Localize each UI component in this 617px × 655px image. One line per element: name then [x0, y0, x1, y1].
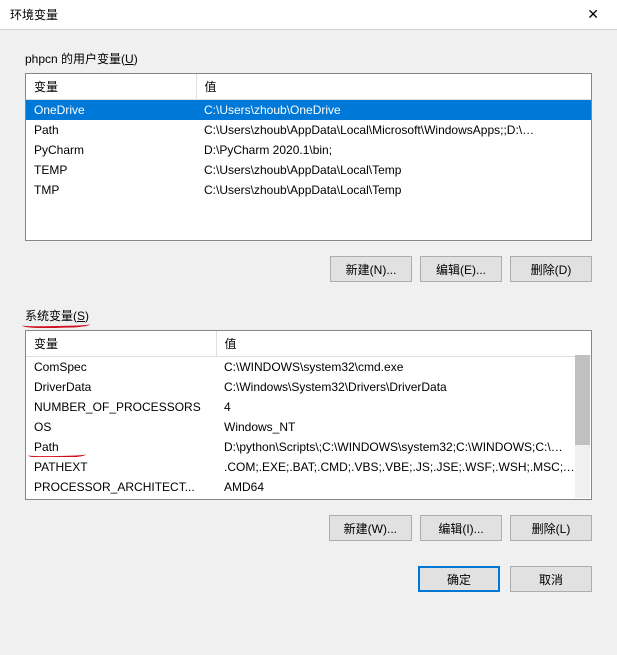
user-delete-button[interactable]: 删除(D): [510, 256, 592, 282]
variable-value: Windows_NT: [216, 417, 591, 437]
variable-value: C:\Users\zhoub\AppData\Local\Temp: [196, 160, 591, 180]
variable-name: OS: [26, 417, 216, 437]
col-header-name[interactable]: 变量: [26, 331, 216, 357]
variable-value: C:\Users\zhoub\AppData\Local\Temp: [196, 180, 591, 200]
scrollbar[interactable]: [575, 355, 590, 498]
user-vars-label: phpcn 的用户变量(U): [25, 50, 138, 67]
variable-name: DriverData: [26, 377, 216, 397]
variable-value: 4: [216, 397, 591, 417]
table-row[interactable]: TMPC:\Users\zhoub\AppData\Local\Temp: [26, 180, 591, 200]
variable-value: D:\PyCharm 2020.1\bin;: [196, 140, 591, 160]
col-header-value[interactable]: 值: [216, 331, 591, 357]
table-row[interactable]: NUMBER_OF_PROCESSORS4: [26, 397, 591, 417]
user-edit-button[interactable]: 编辑(E)...: [420, 256, 502, 282]
ok-button[interactable]: 确定: [418, 566, 500, 592]
dialog-content: phpcn 的用户变量(U) 变量 值 OneDriveC:\Users\zho…: [0, 30, 617, 556]
variable-value: .COM;.EXE;.BAT;.CMD;.VBS;.VBE;.JS;.JSE;.…: [216, 457, 591, 477]
system-new-button[interactable]: 新建(W)...: [329, 515, 412, 541]
table-row[interactable]: PathC:\Users\zhoub\AppData\Local\Microso…: [26, 120, 591, 140]
window-title: 环境变量: [10, 6, 58, 23]
variable-name: NUMBER_OF_PROCESSORS: [26, 397, 216, 417]
user-vars-table[interactable]: 变量 值 OneDriveC:\Users\zhoub\OneDrivePath…: [25, 73, 592, 241]
col-header-value[interactable]: 值: [196, 74, 591, 100]
variable-name: PyCharm: [26, 140, 196, 160]
variable-name: OneDrive: [26, 100, 196, 121]
variable-name: TMP: [26, 180, 196, 200]
table-row[interactable]: OSWindows_NT: [26, 417, 591, 437]
variable-value: C:\Users\zhoub\OneDrive: [196, 100, 591, 121]
variable-value: C:\Windows\System32\Drivers\DriverData: [216, 377, 591, 397]
table-row[interactable]: PROCESSOR_ARCHITECT...AMD64: [26, 477, 591, 497]
variable-value: AMD64: [216, 477, 591, 497]
variable-name: ComSpec: [26, 357, 216, 378]
cancel-button[interactable]: 取消: [510, 566, 592, 592]
variable-value: D:\python\Scripts\;C:\WINDOWS\system32;C…: [216, 437, 591, 457]
system-edit-button[interactable]: 编辑(I)...: [420, 515, 502, 541]
system-button-row: 新建(W)... 编辑(I)... 删除(L): [25, 515, 592, 541]
table-row[interactable]: PathD:\python\Scripts\;C:\WINDOWS\system…: [26, 437, 591, 457]
variable-name: Path: [26, 437, 216, 457]
user-new-button[interactable]: 新建(N)...: [330, 256, 412, 282]
table-row[interactable]: DriverDataC:\Windows\System32\Drivers\Dr…: [26, 377, 591, 397]
variable-name: TEMP: [26, 160, 196, 180]
col-header-name[interactable]: 变量: [26, 74, 196, 100]
table-row[interactable]: OneDriveC:\Users\zhoub\OneDrive: [26, 100, 591, 121]
table-row[interactable]: PATHEXT.COM;.EXE;.BAT;.CMD;.VBS;.VBE;.JS…: [26, 457, 591, 477]
system-vars-table[interactable]: 变量 值 ComSpecC:\WINDOWS\system32\cmd.exeD…: [25, 330, 592, 500]
table-row[interactable]: ComSpecC:\WINDOWS\system32\cmd.exe: [26, 357, 591, 378]
variable-value: C:\Users\zhoub\AppData\Local\Microsoft\W…: [196, 120, 591, 140]
variable-name: Path: [26, 120, 196, 140]
table-row[interactable]: TEMPC:\Users\zhoub\AppData\Local\Temp: [26, 160, 591, 180]
table-row[interactable]: PyCharmD:\PyCharm 2020.1\bin;: [26, 140, 591, 160]
dialog-buttons: 确定 取消: [0, 556, 617, 608]
variable-value: C:\WINDOWS\system32\cmd.exe: [216, 357, 591, 378]
system-delete-button[interactable]: 删除(L): [510, 515, 592, 541]
user-button-row: 新建(N)... 编辑(E)... 删除(D): [25, 256, 592, 282]
titlebar: 环境变量 ✕: [0, 0, 617, 30]
variable-name: PROCESSOR_ARCHITECT...: [26, 477, 216, 497]
close-icon[interactable]: ✕: [579, 4, 607, 25]
system-vars-label: 系统变量(S): [25, 307, 89, 324]
scrollbar-thumb[interactable]: [575, 355, 590, 445]
variable-name: PATHEXT: [26, 457, 216, 477]
